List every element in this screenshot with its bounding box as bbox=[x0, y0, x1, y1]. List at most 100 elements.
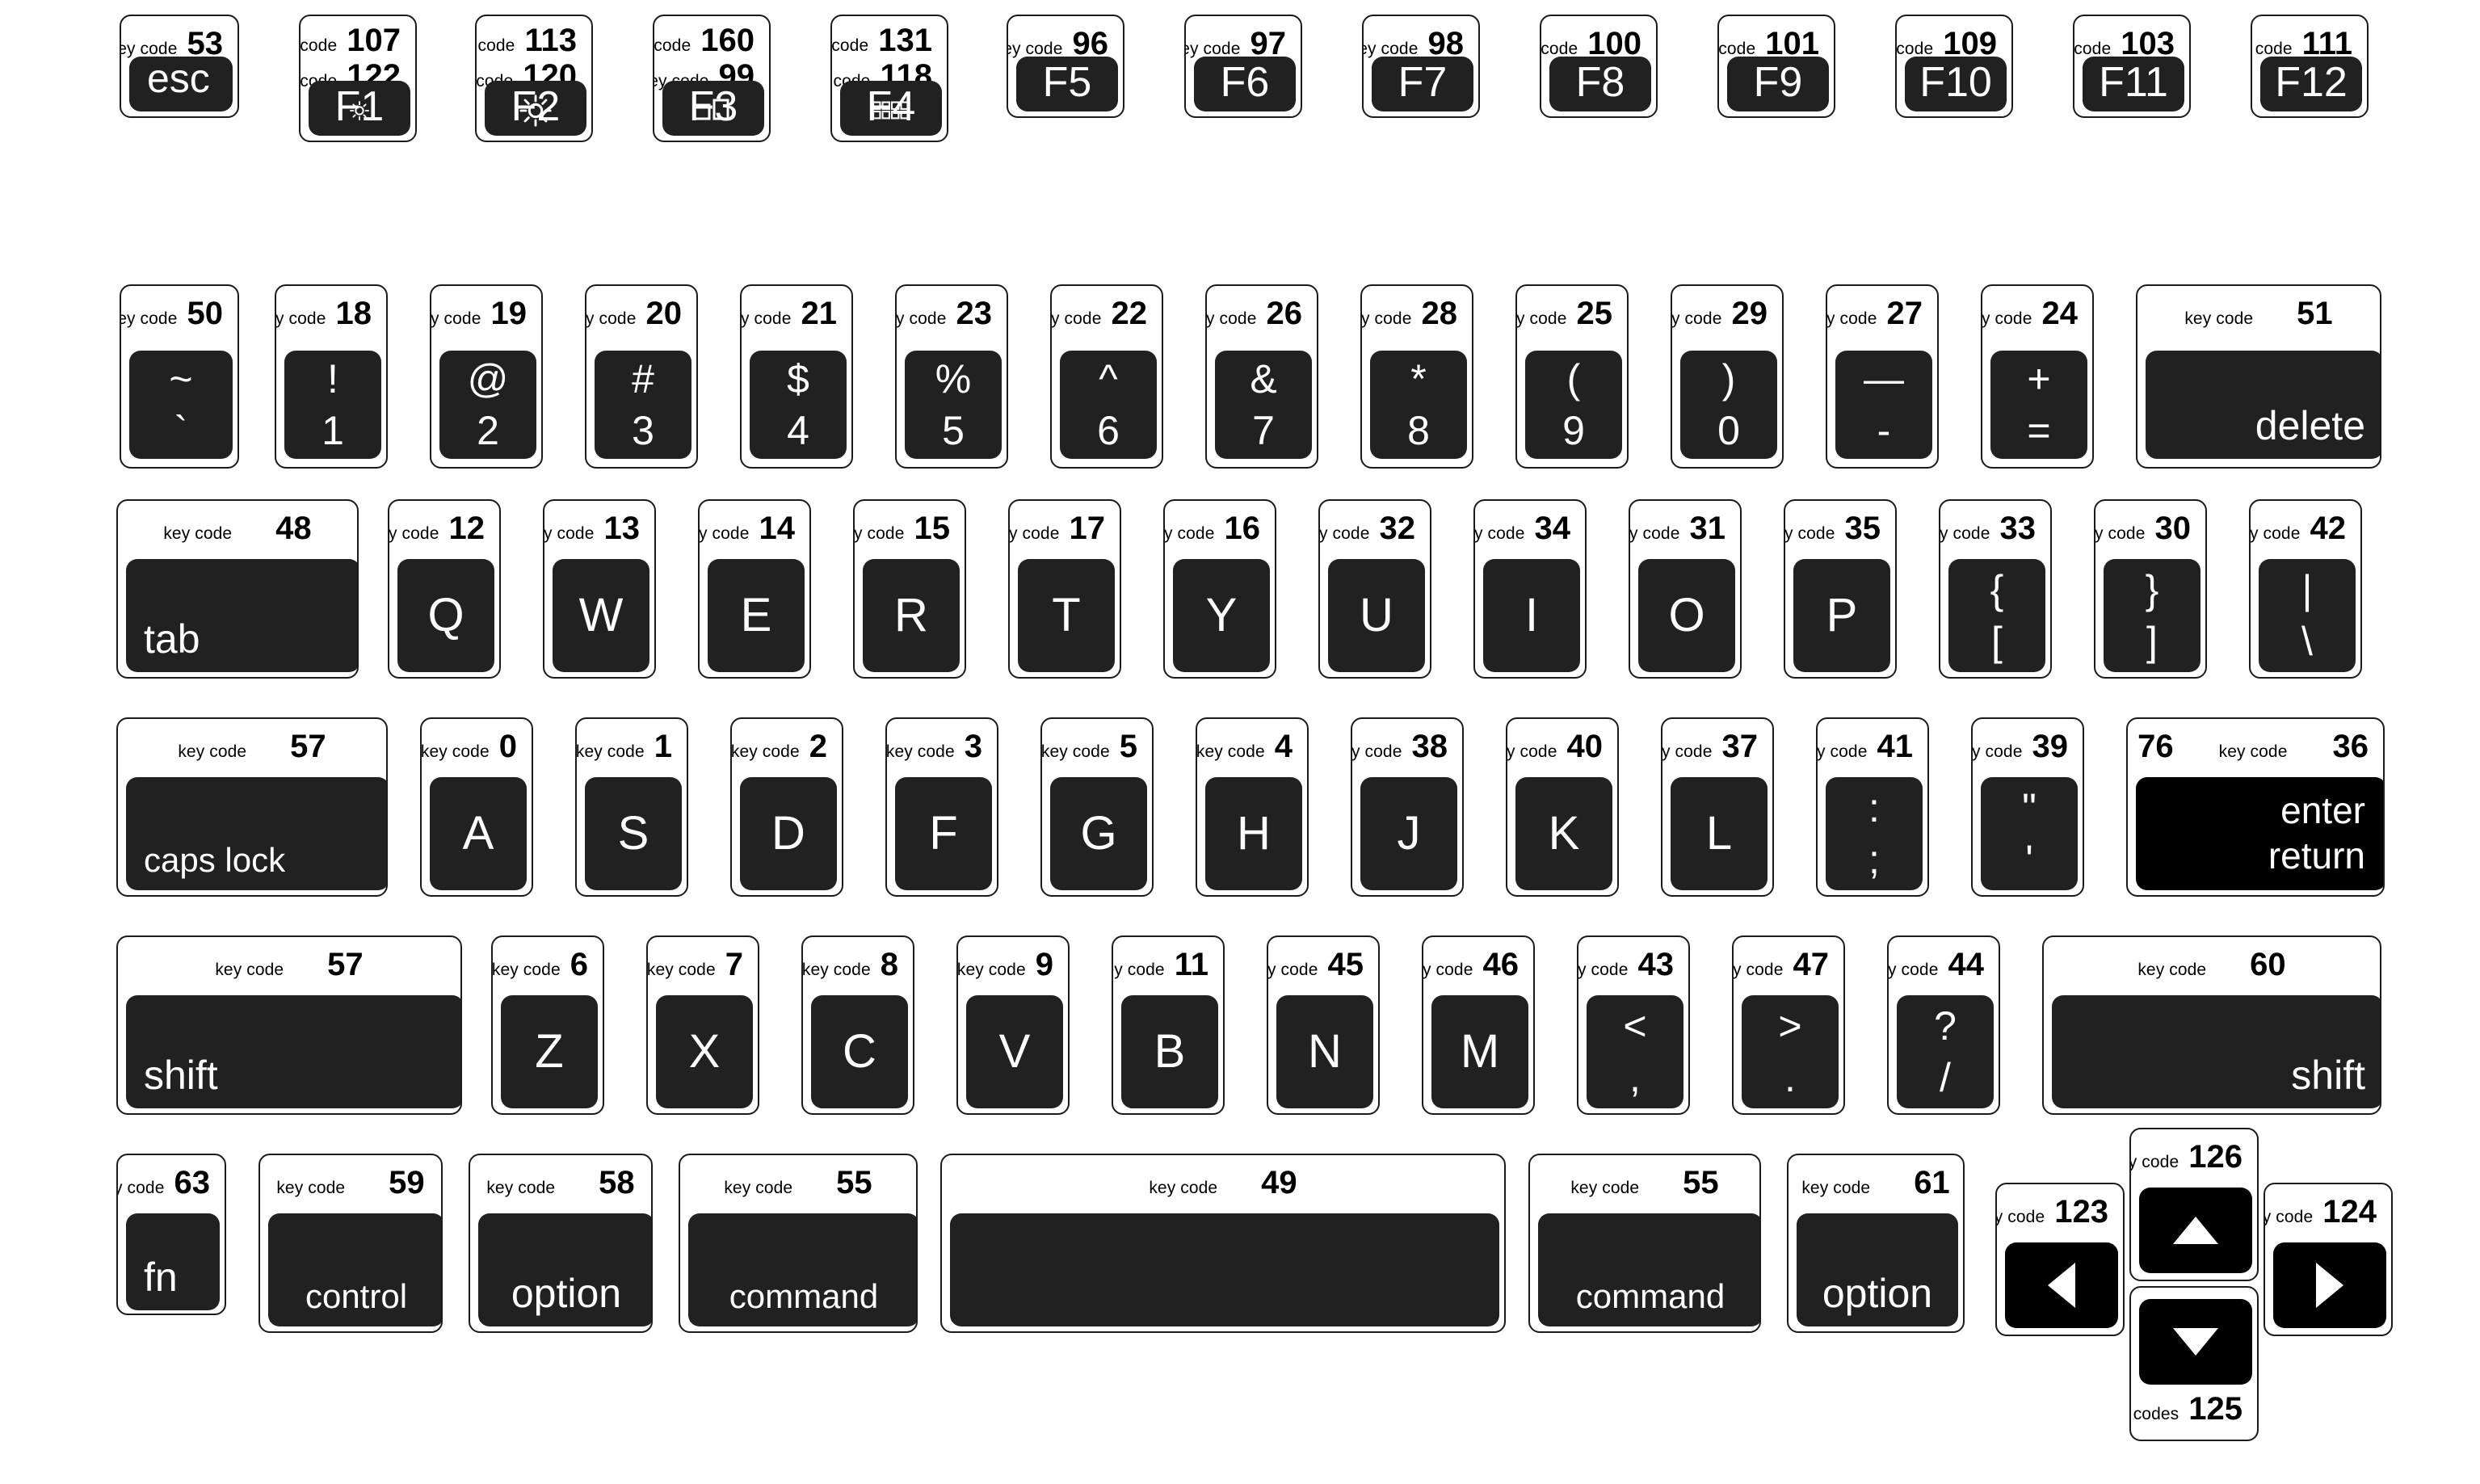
key-i[interactable]: key code 34 I bbox=[1473, 499, 1587, 679]
key-0[interactable]: key code 29 ) 0 bbox=[1671, 284, 1784, 469]
key-f3[interactable]: key code 160 key code 99 F3 bbox=[653, 15, 771, 142]
key-x[interactable]: key code 7 X bbox=[646, 935, 759, 1115]
key-f1[interactable]: key code 107 key code 122 F1 bbox=[299, 15, 417, 142]
key-fn[interactable]: key code 63 fn bbox=[116, 1154, 226, 1315]
keycap-f8[interactable]: F8 bbox=[1549, 57, 1651, 111]
keycap-f10[interactable]: F10 bbox=[1905, 57, 2007, 111]
keycap-o[interactable]: O bbox=[1638, 559, 1735, 672]
keycap-4[interactable]: $ 4 bbox=[750, 351, 847, 459]
keycap-bracket-left[interactable]: { [ bbox=[1948, 559, 2045, 672]
key-c[interactable]: key code 8 C bbox=[801, 935, 914, 1115]
keycap-1[interactable]: ! 1 bbox=[284, 351, 381, 459]
keycap-c[interactable]: C bbox=[811, 995, 908, 1108]
key-arrow-right[interactable]: key code 124 bbox=[2264, 1183, 2393, 1336]
keycap-delete[interactable]: delete bbox=[2146, 351, 2380, 459]
keycap-space[interactable] bbox=[950, 1213, 1499, 1326]
key-shift-right[interactable]: key code 60 shift bbox=[2042, 935, 2381, 1115]
keycap-6[interactable]: ^ 6 bbox=[1060, 351, 1157, 459]
keycap-arrow-left[interactable] bbox=[2005, 1242, 2118, 1328]
key-option-left[interactable]: key code 58 option bbox=[469, 1154, 653, 1333]
key-n[interactable]: key code 45 N bbox=[1267, 935, 1380, 1115]
keycap-comma[interactable]: < , bbox=[1587, 995, 1683, 1108]
keycap-f4[interactable]: F4 bbox=[840, 81, 942, 136]
key-m[interactable]: key code 46 M bbox=[1422, 935, 1535, 1115]
keycap-shift-left[interactable]: shift bbox=[126, 995, 460, 1108]
keycap-quote[interactable]: " ' bbox=[1981, 777, 2078, 890]
keycap-e[interactable]: E bbox=[708, 559, 805, 672]
keycap-bracket-right[interactable]: } ] bbox=[2104, 559, 2200, 672]
keycap-t[interactable]: T bbox=[1018, 559, 1115, 672]
keycap-f[interactable]: F bbox=[895, 777, 992, 890]
key-9[interactable]: key code 25 ( 9 bbox=[1515, 284, 1629, 469]
keycap-l[interactable]: L bbox=[1671, 777, 1768, 890]
keycap-semicolon[interactable]: : ; bbox=[1826, 777, 1923, 890]
key-4[interactable]: key code 21 $ 4 bbox=[740, 284, 853, 469]
key-d[interactable]: key code 2 D bbox=[730, 717, 843, 897]
key-e[interactable]: key code 14 E bbox=[698, 499, 811, 679]
keycap-f3[interactable]: F3 bbox=[662, 81, 764, 136]
key-equal[interactable]: key code 24 + = bbox=[1981, 284, 2094, 469]
keycap-b[interactable]: B bbox=[1121, 995, 1218, 1108]
keycap-m[interactable]: M bbox=[1431, 995, 1528, 1108]
key-8[interactable]: key code 28 * 8 bbox=[1360, 284, 1473, 469]
keycap-f12[interactable]: F12 bbox=[2260, 57, 2362, 111]
key-enter-return[interactable]: key code76key code36 enterreturn bbox=[2126, 717, 2385, 897]
key-f12[interactable]: key code 111 F12 bbox=[2251, 15, 2369, 118]
key-grave[interactable]: key code 50 ~ ` bbox=[120, 284, 239, 469]
keycap-g[interactable]: G bbox=[1050, 777, 1147, 890]
key-o[interactable]: key code 31 O bbox=[1629, 499, 1742, 679]
keycap-f11[interactable]: F11 bbox=[2083, 57, 2184, 111]
keycap-k[interactable]: K bbox=[1515, 777, 1612, 890]
key-f8[interactable]: key code 100 F8 bbox=[1540, 15, 1658, 118]
keycap-5[interactable]: % 5 bbox=[905, 351, 1002, 459]
keycap-period[interactable]: > . bbox=[1742, 995, 1839, 1108]
key-3[interactable]: key code 20 # 3 bbox=[585, 284, 698, 469]
keycap-8[interactable]: * 8 bbox=[1370, 351, 1467, 459]
keycap-u[interactable]: U bbox=[1328, 559, 1425, 672]
key-j[interactable]: key code 38 J bbox=[1351, 717, 1464, 897]
keycap-equal[interactable]: + = bbox=[1990, 351, 2087, 459]
key-f6[interactable]: key code 97 F6 bbox=[1184, 15, 1302, 118]
keycap-command-left[interactable]: command bbox=[688, 1213, 916, 1326]
keycap-v[interactable]: V bbox=[966, 995, 1063, 1108]
keycap-tab[interactable]: tab bbox=[126, 559, 357, 672]
keycap-option-right[interactable]: option bbox=[1797, 1213, 1958, 1326]
key-comma[interactable]: key code 43 < , bbox=[1577, 935, 1690, 1115]
key-f[interactable]: key code 3 F bbox=[885, 717, 998, 897]
key-k[interactable]: key code 40 K bbox=[1506, 717, 1619, 897]
key-semicolon[interactable]: key code 41 : ; bbox=[1816, 717, 1929, 897]
key-u[interactable]: key code 32 U bbox=[1318, 499, 1431, 679]
key-shift-left[interactable]: key code 57 shift bbox=[116, 935, 462, 1115]
keycap-p[interactable]: P bbox=[1793, 559, 1890, 672]
keycap-f7[interactable]: F7 bbox=[1372, 57, 1473, 111]
keycap-minus[interactable]: — - bbox=[1835, 351, 1932, 459]
keycap-j[interactable]: J bbox=[1360, 777, 1457, 890]
key-7[interactable]: key code 26 & 7 bbox=[1205, 284, 1318, 469]
key-v[interactable]: key code 9 V bbox=[956, 935, 1070, 1115]
keycap-2[interactable]: @ 2 bbox=[439, 351, 536, 459]
keycap-control[interactable]: control bbox=[268, 1213, 441, 1326]
key-f2[interactable]: key code 113 key code 120 F2 bbox=[475, 15, 593, 142]
key-minus[interactable]: key code 27 — - bbox=[1826, 284, 1939, 469]
key-bracket-left[interactable]: key code 33 { [ bbox=[1939, 499, 2052, 679]
keycap-command-right[interactable]: command bbox=[1538, 1213, 1759, 1326]
keycap-slash[interactable]: ? / bbox=[1897, 995, 1994, 1108]
keycap-q[interactable]: Q bbox=[397, 559, 494, 672]
key-l[interactable]: key code 37 L bbox=[1661, 717, 1774, 897]
keycap-grave[interactable]: ~ ` bbox=[129, 351, 233, 459]
key-r[interactable]: key code 15 R bbox=[853, 499, 966, 679]
key-command-right[interactable]: key code 55 command bbox=[1528, 1154, 1761, 1333]
key-f11[interactable]: key code 103 F11 bbox=[2073, 15, 2191, 118]
keycap-z[interactable]: Z bbox=[501, 995, 598, 1108]
keycap-s[interactable]: S bbox=[585, 777, 682, 890]
keycap-enter-return[interactable]: enter return bbox=[2136, 777, 2383, 890]
key-space[interactable]: key code 49 bbox=[940, 1154, 1506, 1333]
key-2[interactable]: key code 19 @ 2 bbox=[430, 284, 543, 469]
key-s[interactable]: key code 1 S bbox=[575, 717, 688, 897]
keycap-h[interactable]: H bbox=[1205, 777, 1302, 890]
keycap-d[interactable]: D bbox=[740, 777, 837, 890]
keycap-n[interactable]: N bbox=[1276, 995, 1373, 1108]
key-f4[interactable]: key code 131 key code 118 F4 bbox=[830, 15, 948, 142]
keycap-7[interactable]: & 7 bbox=[1215, 351, 1312, 459]
key-z[interactable]: key code 6 Z bbox=[491, 935, 604, 1115]
